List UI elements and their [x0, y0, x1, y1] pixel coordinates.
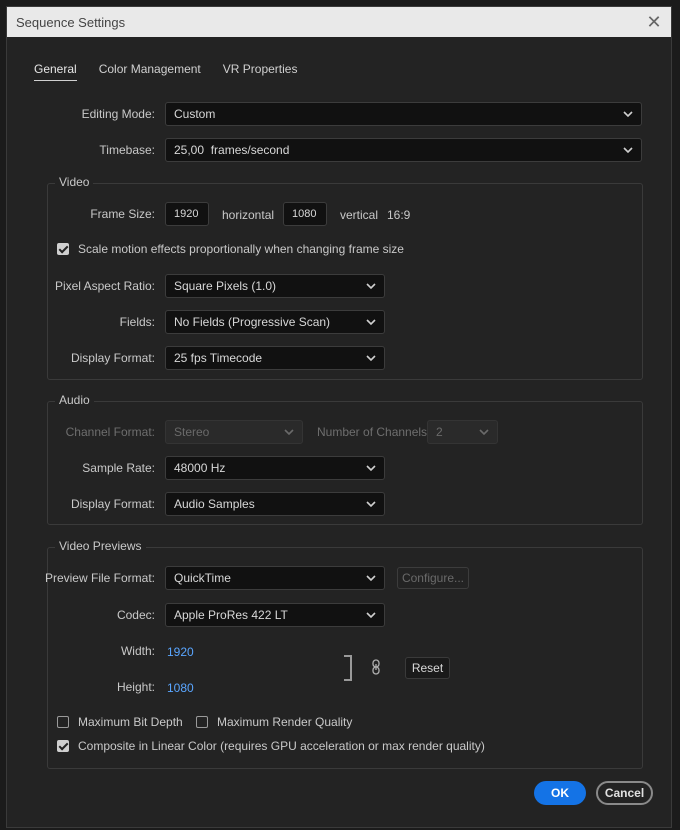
timebase-label: Timebase: — [99, 143, 155, 157]
linear-color-label: Composite in Linear Color (requires GPU … — [78, 739, 485, 753]
aspect-ratio-text: 16:9 — [387, 208, 411, 222]
preview-file-format-select[interactable]: QuickTime — [165, 566, 385, 590]
preview-height-value[interactable]: 1080 — [167, 681, 194, 695]
fields-value: No Fields (Progressive Scan) — [174, 315, 331, 329]
linear-color-checkbox[interactable] — [57, 740, 69, 752]
chevron-down-icon — [623, 110, 633, 118]
channel-format-select: Stereo — [165, 420, 303, 444]
editing-mode-label: Editing Mode: — [81, 107, 155, 121]
chevron-down-icon — [366, 464, 376, 472]
pixel-aspect-ratio-value: Square Pixels (1.0) — [174, 279, 277, 293]
ok-button[interactable]: OK — [534, 781, 586, 805]
max-bit-depth-checkbox[interactable] — [57, 716, 69, 728]
video-display-format-value: 25 fps Timecode — [174, 351, 263, 365]
pixel-aspect-ratio-select[interactable]: Square Pixels (1.0) — [165, 274, 385, 298]
preview-width-value[interactable]: 1920 — [167, 645, 194, 659]
close-icon[interactable]: ✕ — [645, 13, 663, 31]
max-bit-depth-label: Maximum Bit Depth — [78, 715, 183, 729]
reset-button[interactable]: Reset — [405, 657, 450, 679]
frame-width-input[interactable]: 1920 — [165, 202, 209, 226]
tab-general[interactable]: General — [34, 62, 77, 81]
video-previews-group-title: Video Previews — [55, 539, 146, 553]
sequence-settings-dialog: Sequence Settings ✕ General Color Manage… — [6, 6, 672, 828]
preview-file-format-label: Preview File Format: — [44, 571, 155, 585]
sample-rate-select[interactable]: 48000 Hz — [165, 456, 385, 480]
vertical-label: vertical — [340, 208, 379, 222]
preview-file-format-value: QuickTime — [174, 571, 231, 585]
chevron-down-icon — [479, 428, 489, 436]
sample-rate-value: 48000 Hz — [174, 461, 226, 475]
fields-select[interactable]: No Fields (Progressive Scan) — [165, 310, 385, 334]
channel-format-label: Channel Format: — [65, 425, 155, 439]
link-icon[interactable] — [371, 659, 381, 675]
number-of-channels-value: 2 — [436, 425, 443, 439]
chevron-down-icon — [366, 318, 376, 326]
preview-width-label: Width: — [120, 644, 155, 658]
tab-vr-properties[interactable]: VR Properties — [223, 62, 298, 81]
cancel-button[interactable]: Cancel — [596, 781, 653, 805]
frame-height-input[interactable]: 1080 — [283, 202, 327, 226]
configure-button: Configure... — [397, 567, 469, 589]
max-render-quality-label: Maximum Render Quality — [217, 715, 353, 729]
codec-label: Codec: — [116, 608, 155, 622]
chevron-down-icon — [366, 282, 376, 290]
timebase-select[interactable]: 25,00 frames/second — [165, 138, 642, 162]
codec-select[interactable]: Apple ProRes 422 LT — [165, 603, 385, 627]
editing-mode-select[interactable]: Custom — [165, 102, 642, 126]
audio-group-title: Audio — [55, 393, 94, 407]
chevron-down-icon — [623, 146, 633, 154]
chevron-down-icon — [366, 354, 376, 362]
video-group-title: Video — [55, 175, 94, 189]
max-render-quality-checkbox[interactable] — [196, 716, 208, 728]
channel-format-value: Stereo — [174, 425, 210, 439]
scale-motion-checkbox[interactable] — [57, 243, 69, 255]
dialog-titlebar: Sequence Settings ✕ — [7, 7, 671, 37]
frame-size-label: Frame Size: — [90, 207, 155, 221]
codec-value: Apple ProRes 422 LT — [174, 608, 288, 622]
video-display-format-select[interactable]: 25 fps Timecode — [165, 346, 385, 370]
audio-display-format-label: Display Format: — [70, 497, 155, 511]
chevron-down-icon — [366, 500, 376, 508]
editing-mode-value: Custom — [174, 107, 216, 121]
video-display-format-label: Display Format: — [70, 351, 155, 365]
horizontal-label: horizontal — [222, 208, 275, 222]
dialog-title: Sequence Settings — [16, 14, 126, 30]
sample-rate-label: Sample Rate: — [82, 461, 155, 475]
tab-bar: General Color Management VR Properties — [34, 62, 297, 81]
chevron-down-icon — [366, 611, 376, 619]
chevron-down-icon — [284, 428, 294, 436]
timebase-value: 25,00 frames/second — [174, 143, 290, 157]
number-of-channels-label: Number of Channels: — [317, 425, 431, 439]
fields-label: Fields: — [119, 315, 155, 329]
scale-motion-label: Scale motion effects proportionally when… — [78, 242, 404, 256]
number-of-channels-select: 2 — [427, 420, 498, 444]
preview-height-label: Height: — [116, 680, 155, 694]
tab-color-management[interactable]: Color Management — [99, 62, 201, 81]
chevron-down-icon — [366, 574, 376, 582]
audio-display-format-select[interactable]: Audio Samples — [165, 492, 385, 516]
audio-display-format-value: Audio Samples — [174, 497, 255, 511]
link-bracket — [344, 655, 352, 681]
pixel-aspect-ratio-label: Pixel Aspect Ratio: — [54, 279, 155, 293]
